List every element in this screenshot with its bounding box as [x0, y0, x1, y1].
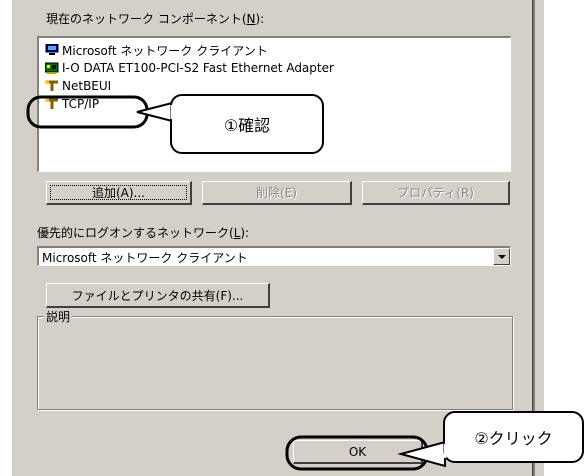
callout-joins: [170, 105, 447, 458]
